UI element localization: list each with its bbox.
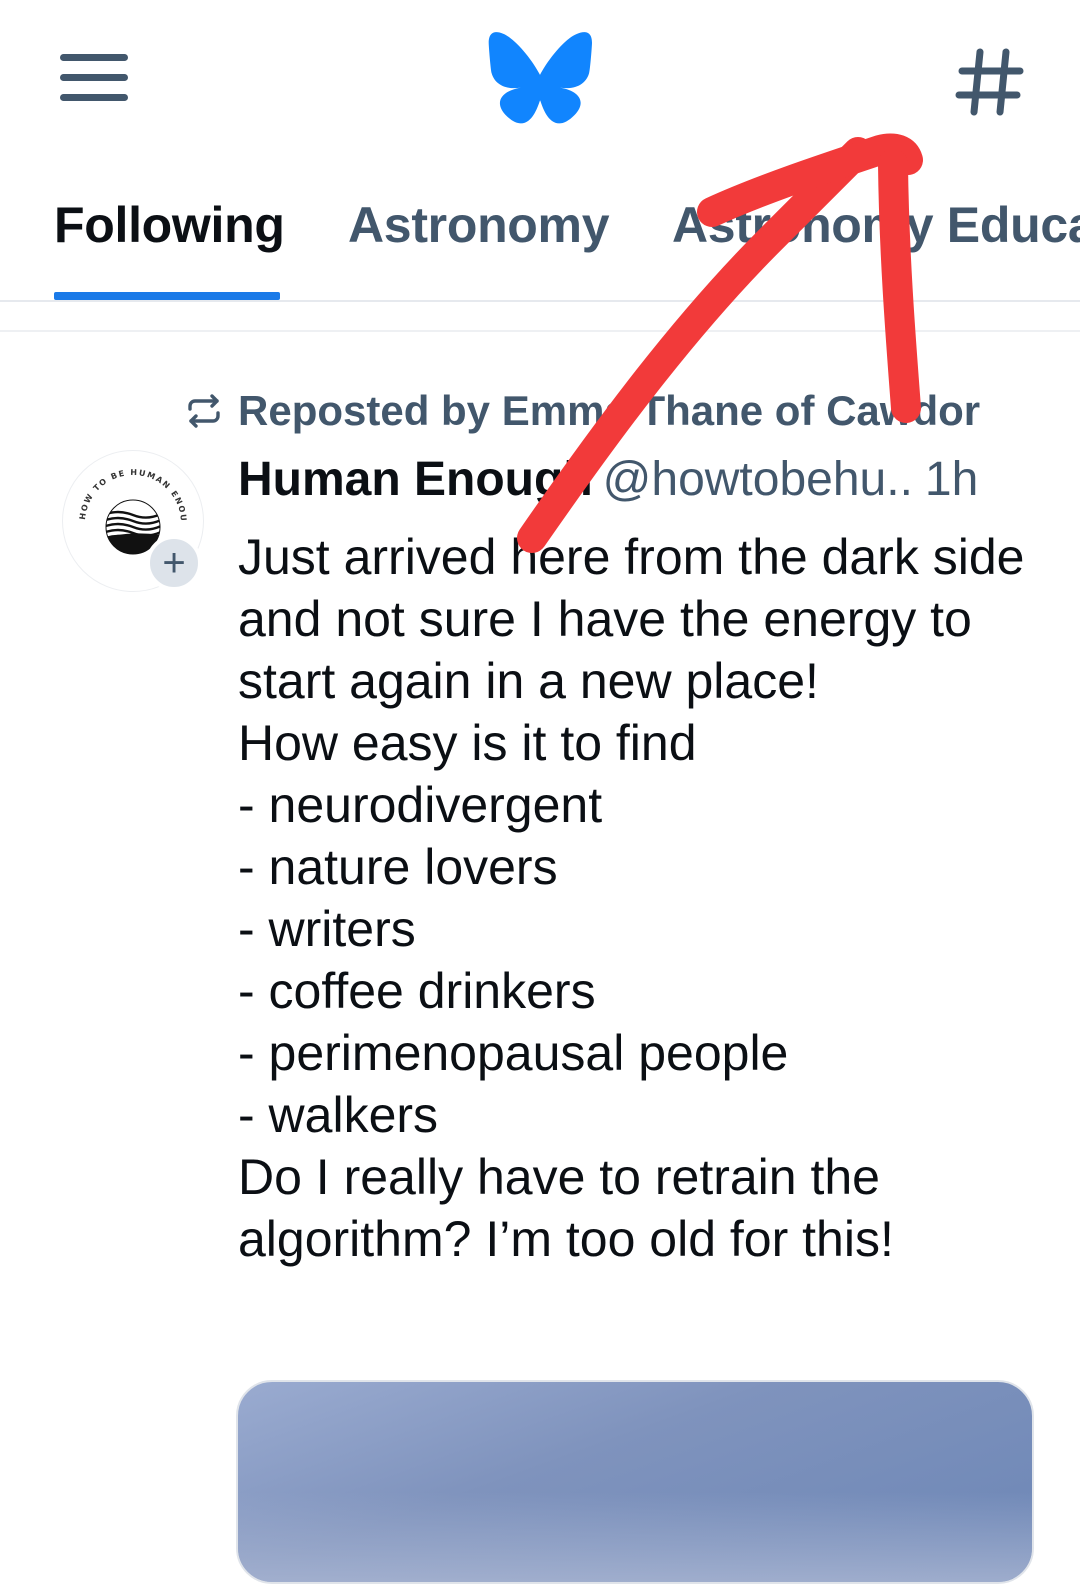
menu-line bbox=[60, 94, 128, 101]
active-tab-indicator bbox=[54, 292, 280, 300]
hashtag-icon[interactable] bbox=[954, 44, 1026, 120]
tab-following[interactable]: Following bbox=[54, 196, 285, 254]
feed-divider bbox=[0, 330, 1080, 332]
tabs-divider bbox=[0, 300, 1080, 302]
repost-indicator[interactable]: Reposted by Emma Thane of Cawdor bbox=[184, 385, 980, 437]
feed-tabs: Following Astronomy Astronomy Educa bbox=[0, 170, 1080, 302]
repost-icon bbox=[188, 394, 220, 428]
butterfly-logo[interactable] bbox=[488, 32, 592, 124]
hamburger-menu-icon[interactable] bbox=[58, 50, 130, 106]
menu-line bbox=[60, 54, 128, 61]
menu-line bbox=[60, 74, 128, 81]
post-time[interactable]: 1h bbox=[925, 453, 978, 506]
post-header: Human Enough @howtobehu.. 1h bbox=[238, 452, 1038, 514]
tab-astronomy[interactable]: Astronomy bbox=[348, 196, 610, 254]
follow-plus-icon[interactable]: + bbox=[146, 535, 202, 591]
author-name[interactable]: Human Enough bbox=[238, 453, 593, 506]
repost-label: Reposted by Emma Thane of Cawdor bbox=[238, 387, 981, 434]
tab-astronomy-education[interactable]: Astronomy Educa bbox=[672, 196, 1080, 254]
author-handle[interactable]: @howtobehu.. bbox=[603, 453, 913, 506]
post-image[interactable] bbox=[236, 1380, 1034, 1584]
post-text: Just arrived here from the dark side and… bbox=[238, 529, 1025, 1267]
